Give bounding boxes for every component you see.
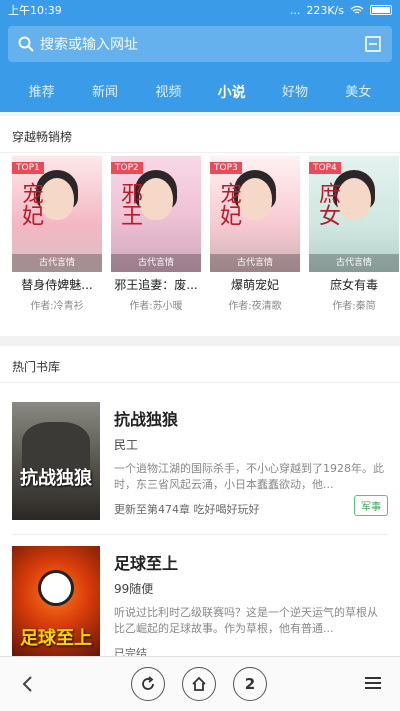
book-thumbnail[interactable]: 足球至上 [12, 546, 100, 664]
tabs-count-button[interactable]: 2 [233, 667, 267, 701]
bestseller-section: 穿越畅销榜 宠妃 TOP1 古代言情 邪王 TOP2 古代言情 宠妃 TOP3 … [0, 116, 400, 336]
tab-recommend[interactable]: 推荐 [10, 78, 73, 108]
book-title[interactable]: 足球至上 [114, 550, 388, 574]
channel-tabs: 推荐 新闻 视频 小说 好物 美女 [0, 78, 400, 108]
tab-novel[interactable]: 小说 [200, 78, 263, 108]
status-bar: 上午10:39 ... 223K/s [0, 0, 400, 20]
status-dots: ... [289, 3, 301, 17]
tab-video[interactable]: 视频 [137, 78, 200, 108]
library-section: 热门书库 抗战独狼 抗战独狼 民工 一个逍物江湖的国际杀手，不小心穿越到了192… [0, 346, 400, 684]
section-title: 穿越畅销榜 [12, 130, 73, 144]
network-speed: 223K/s [306, 3, 344, 17]
book-author: 作者:秦简 [332, 301, 376, 312]
book-info: 抗战独狼 民工 一个逍物江湖的国际杀手，不小心穿越到了1928年。此时，东三省风… [114, 406, 388, 517]
list-item[interactable]: 足球至上 足球至上 99随便 听说过比利时乙级联赛吗？这是一个逆天运气的草根从比… [12, 546, 388, 684]
cover-row: 宠妃 TOP1 古代言情 邪王 TOP2 古代言情 宠妃 TOP3 古代言情 庶… [12, 156, 399, 272]
cover-illustration [40, 178, 74, 220]
cover-strip: 古代言情 [210, 254, 300, 272]
book-title[interactable]: 庶女有毒 [309, 276, 399, 293]
cover-strip: 古代言情 [12, 254, 102, 272]
book-cover[interactable]: 宠妃 TOP3 古代言情 [210, 156, 300, 272]
search-icon [18, 36, 34, 52]
section-title: 热门书库 [12, 360, 61, 374]
browser-header: 上午10:39 ... 223K/s 搜索或输入网址 推荐 新闻 视频 小说 好… [0, 0, 400, 112]
tab-news[interactable]: 新闻 [73, 78, 136, 108]
book-thumbnail[interactable]: 抗战独狼 [12, 402, 100, 520]
battery-icon [370, 5, 392, 15]
book-caption[interactable]: 爆萌宠妃 作者:夜清歌 [210, 276, 300, 312]
book-author: 民工 [114, 438, 139, 452]
book-cover[interactable]: 庶女 TOP4 古代言情 [309, 156, 399, 272]
cover-title-art: 邪王 [117, 182, 142, 226]
cover-illustration [337, 178, 371, 220]
book-author: 作者:冷青衫 [30, 301, 84, 312]
book-title[interactable]: 替身侍婢魅... [12, 276, 102, 293]
status-time: 上午10:39 [8, 4, 62, 17]
list-item[interactable]: 抗战独狼 抗战独狼 民工 一个逍物江湖的国际杀手，不小心穿越到了1928年。此时… [12, 402, 388, 522]
search-bar[interactable]: 搜索或输入网址 [8, 26, 392, 62]
tab-goods[interactable]: 好物 [263, 78, 326, 108]
cover-title-art: 抗战独狼 [20, 468, 92, 489]
cover-illustration [139, 178, 173, 220]
search-placeholder[interactable]: 搜索或输入网址 [40, 34, 364, 54]
refresh-icon [142, 676, 154, 690]
scan-icon[interactable] [364, 35, 382, 53]
book-caption[interactable]: 替身侍婢魅... 作者:冷青衫 [12, 276, 102, 312]
book-description: 听说过比利时乙级联赛吗？这是一个逆天运气的草根从比乙崛起的足球故事。作为草根，他… [114, 606, 378, 635]
book-name-row: 替身侍婢魅... 作者:冷青衫 邪王追妻：废... 作者:苏小暖 爆萌宠妃 作者… [12, 276, 399, 312]
book-title[interactable]: 抗战独狼 [114, 406, 388, 430]
menu-icon[interactable] [364, 675, 382, 691]
book-cover[interactable]: 邪王 TOP2 古代言情 [111, 156, 201, 272]
book-description: 一个逍物江湖的国际杀手，不小心穿越到了1928年。此时，东三省风起云涌，小日本蠢… [114, 462, 384, 491]
cover-title-art: 宠妃 [18, 182, 43, 226]
book-title[interactable]: 邪王追妻：废... [111, 276, 201, 293]
book-update: 更新至第474章 吃好喝好玩好 [114, 503, 260, 516]
home-button[interactable] [182, 667, 216, 701]
rank-badge: TOP1 [12, 162, 44, 174]
book-caption[interactable]: 庶女有毒 作者:秦简 [309, 276, 399, 312]
book-caption[interactable]: 邪王追妻：废... 作者:苏小暖 [111, 276, 201, 312]
cover-illustration [238, 178, 272, 220]
wifi-icon [350, 5, 364, 14]
book-info: 足球至上 99随便 听说过比利时乙级联赛吗？这是一个逆天运气的草根从比乙崛起的足… [114, 550, 388, 661]
cover-title-art: 庶女 [315, 182, 340, 226]
rank-badge: TOP4 [309, 162, 341, 174]
cover-strip: 古代言情 [309, 254, 399, 272]
book-author: 99随便 [114, 582, 154, 596]
book-author: 作者:夜清歌 [228, 301, 282, 312]
rank-badge: TOP3 [210, 162, 242, 174]
genre-tag[interactable]: 军事 [354, 495, 388, 516]
cover-title-art: 宠妃 [216, 182, 241, 226]
refresh-button[interactable] [131, 667, 165, 701]
book-title[interactable]: 爆萌宠妃 [210, 276, 300, 293]
tab-beauty[interactable]: 美女 [327, 78, 390, 108]
soccer-ball-icon [38, 570, 74, 606]
rank-badge: TOP2 [111, 162, 143, 174]
cover-strip: 古代言情 [111, 254, 201, 272]
book-author: 作者:苏小暖 [129, 301, 183, 312]
book-cover[interactable]: 宠妃 TOP1 古代言情 [12, 156, 102, 272]
home-icon [192, 676, 206, 691]
status-icons: ... 223K/s [290, 4, 392, 17]
bottom-toolbar: 2 [0, 656, 400, 711]
back-icon[interactable] [18, 673, 38, 695]
cover-title-art: 足球至上 [20, 628, 92, 649]
divider [0, 382, 400, 383]
divider [12, 534, 388, 535]
divider [0, 152, 400, 153]
